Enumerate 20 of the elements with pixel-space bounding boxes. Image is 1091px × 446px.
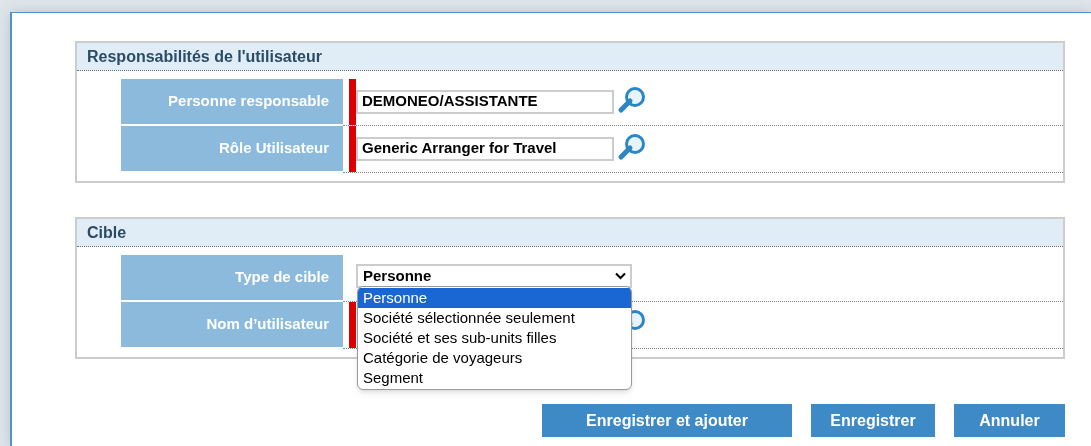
dropdown-option[interactable]: Personne: [358, 288, 631, 308]
action-button[interactable]: Annuler: [954, 404, 1065, 437]
select-field[interactable]: Personne: [356, 264, 632, 288]
text-field[interactable]: Generic Arranger for Travel: [356, 136, 614, 161]
dropdown-option[interactable]: Société sélectionnée seulement: [358, 308, 631, 328]
dropdown-option[interactable]: Segment: [358, 368, 631, 388]
section-title: Cible: [77, 219, 1063, 247]
chevron-down-icon: [615, 272, 626, 280]
dropdown-option[interactable]: Société et ses sub-units filles: [358, 328, 631, 348]
field-label: Type de cible: [121, 255, 343, 302]
text-field[interactable]: DEMONEO/ASSISTANTE: [356, 89, 614, 114]
field-label: Nom d’utilisateur: [121, 302, 343, 349]
field-label: Rôle Utilisateur: [121, 126, 343, 173]
field-label: Personne responsable: [121, 79, 343, 126]
section-title: Responsabilités de l'utilisateur: [77, 43, 1063, 71]
action-button[interactable]: Enregistrer et ajouter: [542, 404, 792, 437]
search-icon[interactable]: [617, 85, 647, 115]
search-icon[interactable]: [617, 132, 647, 162]
dropdown-option[interactable]: Catégorie de voyageurs: [358, 348, 631, 368]
action-button[interactable]: Enregistrer: [811, 404, 935, 437]
